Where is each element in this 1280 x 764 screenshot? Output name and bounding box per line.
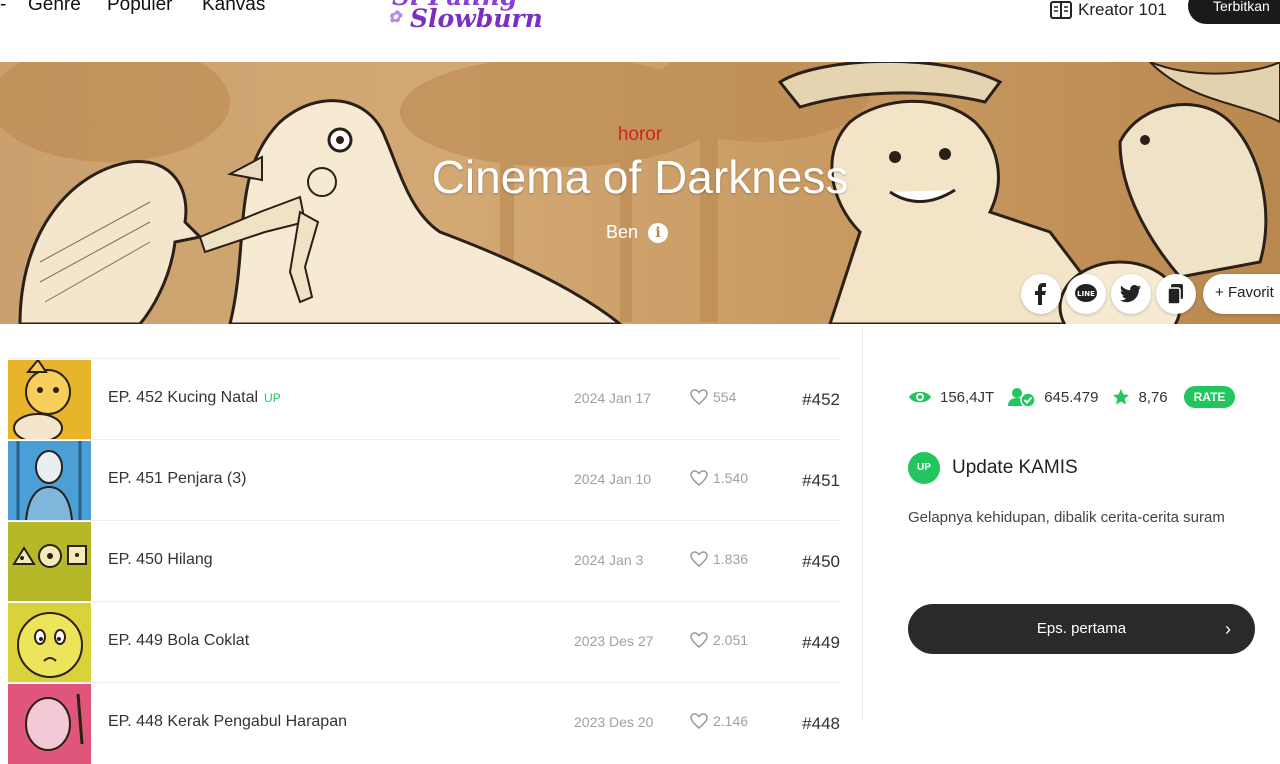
favorite-label: Favorit <box>1227 284 1274 301</box>
views-count: 156,4JT <box>940 388 995 406</box>
first-episode-button[interactable]: Eps. pertama › <box>908 604 1255 654</box>
svg-text:LINE: LINE <box>1077 290 1095 298</box>
episode-thumbnail <box>8 441 91 521</box>
views-stat: 156,4JT <box>908 389 994 406</box>
heart-icon <box>690 713 708 729</box>
episode-list: EP. 452 Kucing Natal UP 2024 Jan 17 554 #… <box>8 358 840 764</box>
episode-row[interactable]: EP. 448 Kerak Pengabul Harapan 2023 Des … <box>8 682 840 764</box>
author-link[interactable]: Ben i <box>606 222 669 243</box>
episode-thumbnail <box>8 603 91 683</box>
subscribers-count: 645.479 <box>1044 388 1099 406</box>
episode-date: 2023 Des 27 <box>574 633 654 649</box>
episode-likes: 2.146 <box>690 713 748 729</box>
creator-label: Kreator 101 <box>1078 0 1167 19</box>
series-title: Cinema of Darkness <box>431 151 849 203</box>
episode-date: 2023 Des 20 <box>574 714 654 730</box>
episode-title: EP. 452 Kucing Natal UP <box>108 389 281 407</box>
panel-divider <box>862 324 863 720</box>
episode-date: 2024 Jan 17 <box>574 390 652 406</box>
episode-title: EP. 449 Bola Coklat <box>108 632 255 650</box>
twitter-icon <box>1120 285 1141 303</box>
top-navigation: - Genre Populer Kanvas Si Paling Slowbur… <box>0 0 1280 62</box>
episode-thumbnail <box>8 360 91 440</box>
likes-count: 1.836 <box>713 551 749 567</box>
episode-number: #449 <box>802 633 840 652</box>
copy-link-button[interactable] <box>1156 274 1196 314</box>
plus-icon: + <box>1215 284 1224 301</box>
episode-title-text: EP. 451 Penjara (3) <box>108 470 247 487</box>
creator-101-link[interactable]: Kreator 101 <box>1050 0 1167 22</box>
favorite-button[interactable]: + Favorit <box>1203 274 1280 314</box>
episode-row[interactable]: EP. 451 Penjara (3) 2024 Jan 10 1.540 #4… <box>8 439 840 521</box>
site-logo[interactable]: Si Paling Slowburn ✿ <box>388 0 568 34</box>
series-banner: horor Cinema of Darkness Ben i LINE + Fa… <box>0 62 1280 324</box>
episode-title-text: EP. 450 Hilang <box>108 551 213 568</box>
copy-link-icon <box>1167 284 1183 305</box>
rate-button[interactable]: RATE <box>1183 386 1236 408</box>
facebook-icon <box>1035 283 1046 305</box>
subscribers-stat: 645.479 <box>1008 387 1098 407</box>
nav-item-populer[interactable]: Populer <box>107 0 173 16</box>
likes-count: 2.051 <box>713 632 749 648</box>
episode-title: EP. 450 Hilang <box>108 551 219 569</box>
heart-icon <box>690 389 708 405</box>
heart-icon <box>690 470 708 486</box>
book-icon <box>1050 1 1072 19</box>
episode-thumbnail <box>8 684 91 764</box>
update-schedule: UP Update KAMIS <box>908 452 1078 484</box>
series-description: Gelapnya kehidupan, dibalik cerita-cerit… <box>908 509 1225 526</box>
subscribers-icon <box>1008 388 1036 407</box>
publish-button[interactable]: Terbitkan <box>1188 0 1280 24</box>
heart-icon <box>690 632 708 648</box>
likes-count: 1.540 <box>713 470 749 486</box>
star-icon <box>1113 389 1130 405</box>
twitter-share-button[interactable] <box>1111 274 1151 314</box>
up-badge: UP <box>264 391 281 405</box>
episode-date: 2024 Jan 3 <box>574 552 644 568</box>
line-share-button[interactable]: LINE <box>1066 274 1106 314</box>
episode-likes: 2.051 <box>690 632 748 648</box>
nav-partial-item[interactable]: - <box>0 0 6 16</box>
line-icon: LINE <box>1075 284 1097 302</box>
episode-row[interactable]: EP. 450 Hilang 2024 Jan 3 1.836 #450 <box>8 520 840 602</box>
episode-number: #451 <box>802 471 840 490</box>
eye-icon <box>909 391 931 403</box>
likes-count: 554 <box>713 389 737 405</box>
episode-title-text: EP. 452 Kucing Natal <box>108 389 259 406</box>
nav-item-genre[interactable]: Genre <box>28 0 81 16</box>
episode-row[interactable]: EP. 449 Bola Coklat 2023 Des 27 2.051 #4… <box>8 601 840 683</box>
update-day: Update KAMIS <box>952 457 1078 478</box>
first-episode-label: Eps. pertama <box>1036 620 1127 637</box>
up-circle-badge: UP <box>908 452 940 484</box>
episode-number: #448 <box>802 714 840 733</box>
episode-date: 2024 Jan 10 <box>574 471 652 487</box>
rating-value: 8,76 <box>1138 388 1168 406</box>
episode-thumbnail <box>8 522 91 602</box>
info-icon[interactable]: i <box>648 222 669 243</box>
episode-row[interactable]: EP. 452 Kucing Natal UP 2024 Jan 17 554 #… <box>8 358 840 440</box>
episode-number: #450 <box>802 552 840 571</box>
episode-number: #452 <box>802 390 840 409</box>
sparkle-icon: ✿ <box>388 7 402 26</box>
rating-stat: 8,76 <box>1112 388 1168 406</box>
episode-title: EP. 448 Kerak Pengabul Harapan <box>108 713 353 731</box>
nav-item-kanvas[interactable]: Kanvas <box>202 0 265 16</box>
facebook-share-button[interactable] <box>1021 274 1061 314</box>
likes-count: 2.146 <box>713 713 749 729</box>
episode-title-text: EP. 449 Bola Coklat <box>108 632 250 649</box>
chevron-right-icon: › <box>1225 619 1231 639</box>
heart-icon <box>690 551 708 567</box>
episode-title-text: EP. 448 Kerak Pengabul Harapan <box>108 713 347 730</box>
genre-label[interactable]: horor <box>0 124 1280 146</box>
logo-line-2: Slowburn <box>410 4 543 33</box>
episode-likes: 554 <box>690 389 736 405</box>
episode-likes: 1.540 <box>690 470 748 486</box>
series-stats: 156,4JT 645.479 8,76 RATE <box>908 386 1236 408</box>
author-name: Ben <box>606 222 639 242</box>
episode-title: EP. 451 Penjara (3) <box>108 470 252 488</box>
episode-likes: 1.836 <box>690 551 748 567</box>
